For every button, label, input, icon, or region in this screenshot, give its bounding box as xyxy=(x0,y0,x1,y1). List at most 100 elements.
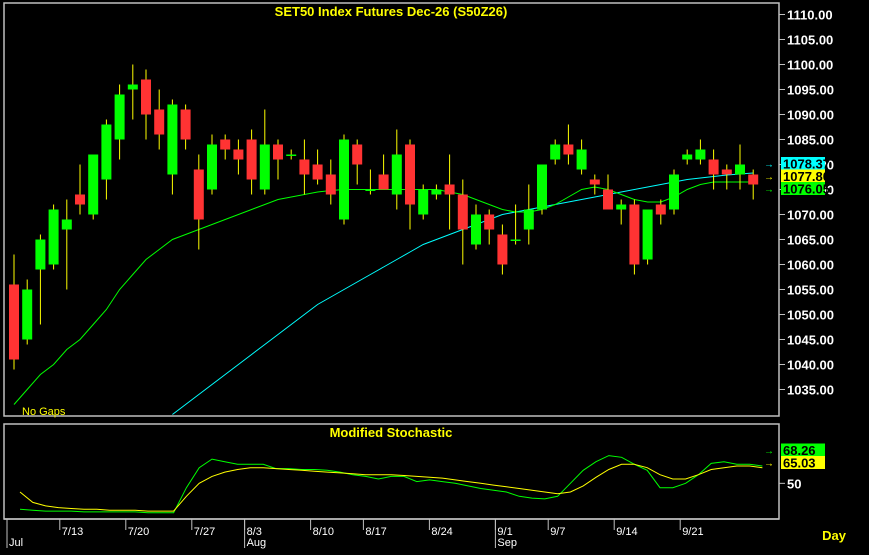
price-value-labels: → 1078.37→ 1077.80→ 1076.05 xyxy=(764,157,830,197)
month-label: Aug xyxy=(247,537,267,549)
candle-down[interactable] xyxy=(9,284,19,360)
candle-down[interactable] xyxy=(246,139,257,180)
price-tick-label: 1105.00 xyxy=(787,33,833,48)
price-tick-label: 1090.00 xyxy=(787,108,834,123)
price-tick-label: 1110.00 xyxy=(787,8,833,23)
x-tick-label: 7/20 xyxy=(128,526,149,538)
candle-down[interactable] xyxy=(563,144,574,155)
chart-canvas[interactable]: SET50 Index Futures Dec-26 (S50Z26) No G… xyxy=(0,0,869,550)
candle-up[interactable] xyxy=(365,189,376,192)
candle-down[interactable] xyxy=(589,179,600,185)
stochastic-tick-label: 50 xyxy=(787,476,801,491)
candle-down[interactable] xyxy=(748,174,759,185)
x-tick-label: 8/17 xyxy=(365,526,386,538)
x-tick-label: 8/10 xyxy=(313,526,334,538)
candle-down[interactable] xyxy=(220,139,231,150)
x-tick-label: 9/21 xyxy=(682,526,703,538)
candle-down[interactable] xyxy=(154,109,165,135)
candle-up[interactable] xyxy=(391,154,402,195)
x-tick-label: 7/13 xyxy=(62,526,83,538)
candle-down[interactable] xyxy=(299,159,310,175)
stochastic-marker-arrow: → xyxy=(764,446,774,457)
price-marker-arrow: → xyxy=(764,185,774,196)
candle-up[interactable] xyxy=(735,164,745,175)
price-marker-arrow: → xyxy=(764,160,774,171)
candle-up[interactable] xyxy=(22,289,33,340)
candle-down[interactable] xyxy=(312,164,323,180)
price-tick-label: 1040.00 xyxy=(787,358,834,373)
candle-up[interactable] xyxy=(167,104,178,175)
candle-down[interactable] xyxy=(352,144,363,165)
candle-up[interactable] xyxy=(418,189,429,215)
candle-up[interactable] xyxy=(576,149,587,170)
candle-down[interactable] xyxy=(233,149,244,160)
candle-up[interactable] xyxy=(431,189,442,195)
candle-down[interactable] xyxy=(444,184,455,195)
stochastic-marker-arrow: → xyxy=(764,459,774,470)
candle-up[interactable] xyxy=(88,154,99,215)
candle-up[interactable] xyxy=(127,84,138,90)
candle-down[interactable] xyxy=(484,214,495,230)
candle-up[interactable] xyxy=(114,94,125,140)
candle-down[interactable] xyxy=(721,169,732,175)
candle-down[interactable] xyxy=(405,144,415,205)
candle-up[interactable] xyxy=(35,239,46,270)
candle-up[interactable] xyxy=(101,124,112,180)
month-label: Sep xyxy=(497,537,517,549)
price-tick-label: 1070.00 xyxy=(787,208,834,223)
candle-down[interactable] xyxy=(273,144,283,160)
candle-up[interactable] xyxy=(523,209,534,230)
candle-up[interactable] xyxy=(550,144,561,160)
candle-down[interactable] xyxy=(497,234,508,265)
candle-down[interactable] xyxy=(325,174,336,195)
price-marker-arrow: → xyxy=(764,172,774,183)
candle-down[interactable] xyxy=(708,159,719,175)
candle-up[interactable] xyxy=(616,204,627,210)
candle-down[interactable] xyxy=(655,204,666,215)
candle-down[interactable] xyxy=(75,194,85,205)
candle-down[interactable] xyxy=(193,169,204,220)
period-label[interactable]: Day xyxy=(822,528,847,543)
candle-up[interactable] xyxy=(642,209,653,260)
price-tick-label: 1035.00 xyxy=(787,383,834,398)
no-gaps-note: No Gaps xyxy=(22,406,66,418)
price-y-axis: 1110.00 1105.00 1100.00 1095.00 1090.00 1085.… xyxy=(779,8,834,398)
candle-up[interactable] xyxy=(207,144,217,190)
x-tick-label: 7/27 xyxy=(194,526,215,538)
candle-up[interactable] xyxy=(48,209,59,265)
candle-up[interactable] xyxy=(682,154,693,160)
price-tick-label: 1050.00 xyxy=(787,308,834,323)
stochastic-title: Modified Stochastic xyxy=(330,425,453,440)
price-tick-label: 1100.00 xyxy=(787,58,833,73)
candle-down[interactable] xyxy=(378,174,389,190)
price-chart-title: SET50 Index Futures Dec-26 (S50Z26) xyxy=(275,4,508,19)
candle-up[interactable] xyxy=(695,149,706,160)
price-tick-label: 1085.00 xyxy=(787,133,834,148)
candle-down[interactable] xyxy=(180,109,191,140)
price-label-text: 1076.05 xyxy=(783,182,830,197)
price-tick-label: 1060.00 xyxy=(787,258,834,273)
x-tick-label: 9/7 xyxy=(550,526,565,538)
x-tick-label: 9/14 xyxy=(616,526,637,538)
candle-down[interactable] xyxy=(457,194,468,230)
candle-up[interactable] xyxy=(510,239,521,242)
candle-down[interactable] xyxy=(603,189,613,210)
x-tick-label: 8/24 xyxy=(431,526,452,538)
price-tick-label: 1065.00 xyxy=(787,233,834,248)
stochastic-y-axis: 50 xyxy=(779,476,801,491)
candle-down[interactable] xyxy=(629,204,640,265)
candle-up[interactable] xyxy=(537,164,547,210)
price-tick-label: 1095.00 xyxy=(787,83,834,98)
x-axis-ticks: 7/13 7/20 7/27 8/3 8/10 8/17 8/24 9/1 9/7 9/14 9/2… xyxy=(6,519,704,549)
candle-up[interactable] xyxy=(286,154,297,157)
price-tick-label: 1055.00 xyxy=(787,283,834,298)
chart-window: SET50 Index Futures Dec-26 (S50Z26) No G… xyxy=(0,0,869,550)
candle-down[interactable] xyxy=(141,79,151,115)
candle-up[interactable] xyxy=(339,139,349,220)
candle-up[interactable] xyxy=(259,144,270,190)
candle-up[interactable] xyxy=(61,219,72,230)
price-tick-label: 1045.00 xyxy=(787,333,834,348)
candle-up[interactable] xyxy=(669,174,679,210)
stochastic-label-text: 65.03 xyxy=(783,456,816,471)
candle-up[interactable] xyxy=(471,214,481,245)
